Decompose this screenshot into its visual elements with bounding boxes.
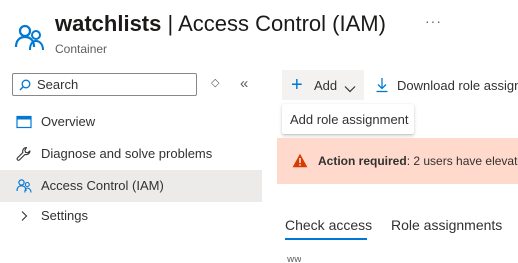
chevron-down-icon bbox=[344, 80, 356, 93]
banner-detail-text: : 2 users have elevated access in your t… bbox=[406, 154, 518, 168]
active-tab-indicator bbox=[285, 238, 367, 240]
download-role-assignments-button[interactable]: Download role assignments bbox=[372, 70, 518, 100]
content-stub: ww bbox=[287, 257, 301, 263]
add-dropdown-menu: Add role assignment bbox=[282, 104, 414, 134]
action-required-banner: Action required: 2 users have elevated a… bbox=[277, 138, 518, 184]
plus-icon: + bbox=[291, 74, 303, 96]
overview-icon bbox=[16, 114, 32, 130]
title-resource-name: watchlists bbox=[55, 11, 162, 36]
sidebar-item-label: Overview bbox=[41, 114, 96, 129]
sort-updown-icon[interactable]: ◇ bbox=[211, 76, 219, 89]
people-icon bbox=[16, 178, 32, 194]
sidebar-item-label: Diagnose and solve problems bbox=[41, 146, 213, 161]
download-icon bbox=[375, 77, 389, 93]
sidebar-item-diagnose[interactable]: Diagnose and solve problems bbox=[0, 138, 262, 170]
banner-strong-text: Action required bbox=[318, 154, 407, 168]
chevron-right-icon bbox=[16, 208, 32, 224]
search-icon bbox=[19, 78, 31, 91]
add-button-label: Add bbox=[314, 78, 338, 93]
sidebar-item-settings[interactable]: Settings bbox=[0, 200, 262, 232]
page-title: watchlists | Access Control (IAM) bbox=[55, 11, 386, 37]
wrench-icon bbox=[16, 146, 32, 162]
banner-message: Action required: 2 users have elevated a… bbox=[318, 154, 518, 168]
more-options-icon[interactable]: ··· bbox=[425, 13, 442, 29]
sidebar-item-label: Settings bbox=[41, 208, 88, 223]
sidebar-item-label: Access Control (IAM) bbox=[41, 178, 164, 193]
sidebar-search-input[interactable] bbox=[37, 76, 187, 93]
warning-icon bbox=[292, 153, 308, 168]
iam-people-icon bbox=[14, 22, 46, 54]
title-section: | Access Control (IAM) bbox=[161, 11, 386, 36]
collapse-sidebar-icon[interactable]: « bbox=[240, 75, 248, 92]
tab-check-access[interactable]: Check access bbox=[285, 217, 372, 233]
tab-role-assignments[interactable]: Role assignments bbox=[391, 217, 502, 233]
page-subtitle: Container bbox=[55, 42, 108, 56]
sidebar-search-box[interactable] bbox=[12, 73, 197, 96]
download-button-label: Download role assignments bbox=[397, 78, 518, 93]
menu-item-add-role-assignment[interactable]: Add role assignment bbox=[290, 112, 409, 127]
sidebar-item-access-control[interactable]: Access Control (IAM) bbox=[0, 170, 262, 202]
add-button[interactable]: + Add bbox=[282, 70, 364, 100]
sidebar-item-overview[interactable]: Overview bbox=[0, 106, 262, 138]
